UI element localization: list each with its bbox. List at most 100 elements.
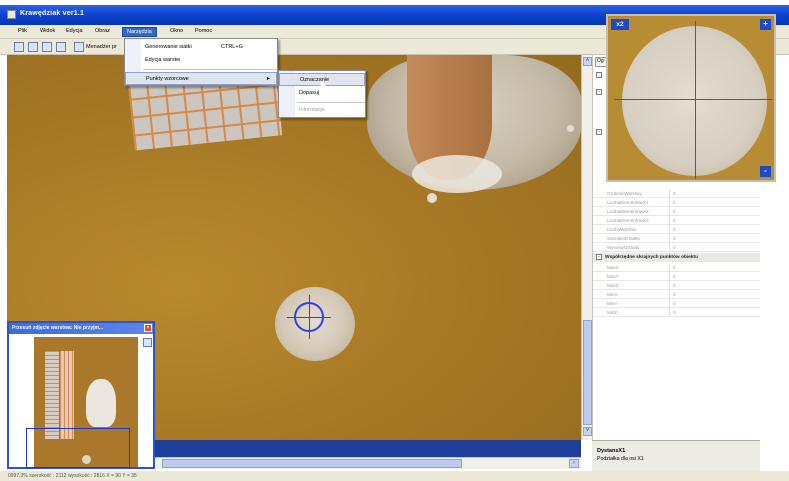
new-file-icon[interactable] [14, 42, 24, 52]
prop-row[interactable]: MinX 0 [593, 290, 761, 299]
prop-value: 0 [673, 301, 676, 306]
prop-name: MaxY [607, 274, 619, 279]
image-icon[interactable] [56, 42, 66, 52]
menu-separator [297, 102, 365, 103]
status-bar: 0997.3% szerokość : 2112 wysokość : 2816… [0, 471, 789, 481]
prop-name: LiczbaElementówX1 [607, 200, 649, 205]
menu-okno[interactable]: Okno [166, 27, 187, 35]
menu-widok[interactable]: Widok [36, 27, 59, 35]
zoom-window[interactable]: x2 + - [606, 14, 776, 182]
menu-item-label: Generowanie siatki [145, 44, 192, 50]
status-text: 0997.3% szerokość : 2112 wysokość : 2816… [8, 473, 137, 479]
prop-name: MinY [607, 301, 618, 306]
tooth-crown [412, 155, 502, 193]
prop-row[interactable]: LiczbaElementówX1 0 [593, 198, 761, 207]
overview-grid-strip [60, 351, 74, 439]
menu-item-label: Dopasuj [299, 90, 320, 96]
section-title: Współrzędne skrajnych punktów obiektu [605, 255, 699, 260]
window-title: Krawędziak ver1.1 [20, 10, 85, 17]
collapse-icon[interactable]: - [596, 254, 602, 260]
menu-pomoc[interactable]: Pomoc [191, 27, 216, 35]
prop-name: MaxX [607, 265, 619, 270]
prop-value: 0 [673, 191, 676, 196]
menu-item-label: Punkty wzorcowe [146, 76, 189, 82]
overview-title[interactable]: Przesuń zdjęcie warstwa: Nie przyjm... [9, 323, 153, 334]
prop-value: 0 [673, 200, 676, 205]
app-icon[interactable] [7, 10, 16, 19]
prop-row[interactable]: MaxZ 0 [593, 281, 761, 290]
zoom-level-badge: x2 [611, 19, 629, 30]
menu-item-punkty-wzorcowe[interactable]: Punkty wzorcowe ▸ [125, 72, 277, 85]
manager-label: Menadżer pr [86, 44, 117, 50]
menu-item-generowanie-siatki[interactable]: Generowanie siatki CTRL+G [125, 41, 277, 54]
menu-item-label: Edycja warstw [145, 57, 181, 63]
scroll-right-arrow[interactable]: › [569, 459, 579, 468]
crosshair-vertical [309, 295, 310, 339]
open-file-icon[interactable] [28, 42, 38, 52]
description-text: Podziałka dla osi X1 [597, 456, 644, 462]
save-icon[interactable] [42, 42, 52, 52]
menu-plik[interactable]: Plik [14, 27, 31, 35]
menu-narzedzia[interactable]: Narzędzia [122, 27, 157, 37]
prop-value: 0 [673, 245, 676, 250]
prop-value: 0 [673, 265, 676, 270]
expand-icon[interactable]: - [596, 129, 602, 135]
punkty-wzorcowe-submenu: Oznaczanie Dopasuj Informacje [278, 70, 366, 118]
horizontal-scroll-thumb[interactable] [162, 459, 462, 468]
menu-item-label: Informacje [299, 107, 325, 113]
menu-item-dopasuj[interactable]: Dopasuj [279, 87, 365, 100]
restore-icon[interactable] [143, 338, 152, 347]
specimen-dot [427, 193, 437, 203]
prop-value: 0 [673, 283, 676, 288]
prop-value: 0 [673, 227, 676, 232]
zoom-crosshair-vertical [695, 21, 696, 179]
prop-row[interactable]: WysokośćSiatki 0 [593, 243, 761, 252]
zoom-in-button[interactable]: + [760, 19, 771, 30]
prop-row[interactable]: MinY 0 [593, 299, 761, 308]
zoom-out-button[interactable]: - [760, 166, 771, 177]
menu-item-informacje: Informacje [279, 104, 365, 117]
prop-name: LiczbaElementówX3 [607, 218, 649, 223]
scroll-down-arrow[interactable]: ˅ [583, 427, 592, 436]
scroll-up-arrow[interactable]: ˄ [583, 57, 592, 66]
prop-name: WysokośćSiatki [607, 245, 640, 250]
prop-value: 0 [673, 310, 676, 315]
specimen-dot [567, 125, 574, 132]
overview-grid-strip [45, 351, 59, 439]
prop-name: MinX [607, 292, 618, 297]
prop-row[interactable]: LiczbaWęzłów 0 [593, 225, 761, 234]
expand-icon[interactable]: - [596, 89, 602, 95]
prop-row[interactable]: LiczbaElementówX2 0 [593, 207, 761, 216]
prop-name: GrubośćWarstwy [607, 191, 642, 196]
prop-name: SzerokośćSiatki [607, 236, 640, 241]
prop-value: 0 [673, 274, 676, 279]
overview-tooth [86, 379, 116, 427]
viewport-frame[interactable] [26, 428, 130, 468]
description-title: DystansX1 [597, 448, 626, 454]
close-icon[interactable]: × [144, 324, 152, 332]
prop-value: 0 [673, 218, 676, 223]
section-header[interactable]: - Współrzędne skrajnych punktów obiektu [593, 253, 761, 262]
prop-name: MinZ [607, 310, 618, 315]
prop-name: LiczbaElementówX2 [607, 209, 649, 214]
sort-icon[interactable]: : [596, 72, 602, 78]
prop-row[interactable]: MaxX 0 [593, 263, 761, 272]
vertical-scroll-thumb[interactable] [583, 320, 592, 425]
menu-item-edycja-warstw[interactable]: Edycja warstw [125, 54, 277, 67]
prop-row[interactable]: MaxY 0 [593, 272, 761, 281]
menu-item-shortcut: CTRL+G [221, 44, 243, 50]
prop-row[interactable]: LiczbaElementówX3 0 [593, 216, 761, 225]
vertical-scrollbar[interactable]: ˄ ˅ [581, 55, 592, 440]
prop-name: LiczbaWęzłów [607, 227, 637, 232]
prop-value: 0 [673, 292, 676, 297]
prop-row[interactable]: MinZ 0 [593, 308, 761, 317]
menu-separator [143, 69, 277, 70]
prop-row[interactable]: SzerokośćSiatki 0 [593, 234, 761, 243]
submenu-arrow-icon: ▸ [266, 76, 270, 82]
menu-edycja[interactable]: Edycja [62, 27, 87, 35]
prop-row[interactable]: GrubośćWarstwy 0 [593, 189, 761, 198]
menu-obraz[interactable]: Obraz [91, 27, 114, 35]
zoom-crosshair-horizontal [614, 99, 772, 100]
prop-name: MaxZ [607, 283, 619, 288]
overview-window[interactable]: Przesuń zdjęcie warstwa: Nie przyjm... × [7, 321, 155, 469]
